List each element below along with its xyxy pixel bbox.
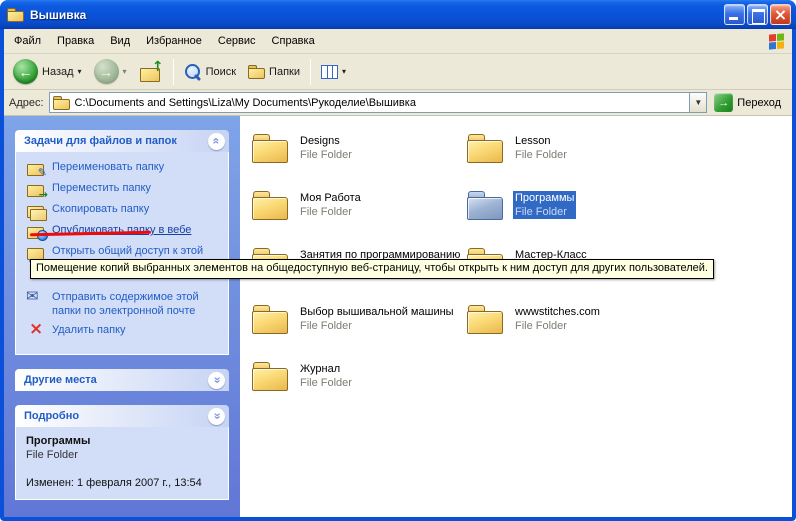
- details-item-modified: Изменен: 1 февраля 2007 г., 13:54: [26, 477, 222, 489]
- task-pane: Задачи для файлов и папок Переименовать …: [4, 116, 240, 517]
- details-header[interactable]: Подробно: [15, 405, 229, 427]
- menu-item[interactable]: Справка: [264, 32, 323, 50]
- address-path: C:\Documents and Settings\Liza\My Docume…: [75, 97, 416, 109]
- delete-icon: [26, 323, 46, 339]
- address-folder-icon: [53, 96, 70, 110]
- back-button[interactable]: ← Назад ▾: [8, 56, 87, 87]
- publish-icon: [26, 223, 46, 239]
- tasks-panel-title: Задачи для файлов и папок: [24, 135, 177, 147]
- file-item[interactable]: Designs File Folder: [252, 132, 467, 189]
- address-label: Адрес:: [9, 97, 44, 109]
- explorer-window: Вышивка ФайлПравкаВидИзбранноеСервисСпра…: [0, 0, 796, 521]
- mail-icon: [26, 290, 46, 306]
- folder-up-icon: [139, 62, 163, 82]
- close-button[interactable]: [770, 4, 791, 25]
- menu-item[interactable]: Сервис: [210, 32, 264, 50]
- folder-icon: [252, 360, 290, 392]
- forward-button[interactable]: → ▾: [89, 56, 132, 87]
- go-button[interactable]: → Переход: [712, 93, 787, 112]
- minimize-button[interactable]: [724, 4, 745, 25]
- tasks-panel-header[interactable]: Задачи для файлов и папок: [15, 130, 229, 152]
- back-dropdown-icon[interactable]: ▾: [78, 67, 82, 76]
- address-input[interactable]: C:\Documents and Settings\Liza\My Docume…: [49, 92, 708, 113]
- task-item[interactable]: Отправить содержимое этой папки по элект…: [26, 290, 222, 318]
- expand-chevron-icon: [208, 408, 225, 425]
- task-item[interactable]: Скопировать папку: [26, 202, 222, 218]
- other-places-title: Другие места: [24, 374, 97, 386]
- task-item[interactable]: Удалить папку: [26, 323, 222, 339]
- back-arrow-icon: ←: [13, 59, 38, 84]
- other-places-panel: Другие места: [15, 369, 229, 391]
- details-item-name: Программы: [26, 435, 222, 447]
- task-item[interactable]: Переместить папку: [26, 181, 222, 197]
- other-places-header[interactable]: Другие места: [15, 369, 229, 391]
- folders-label: Папки: [269, 66, 300, 78]
- folders-button[interactable]: Папки: [243, 62, 305, 82]
- menu-item[interactable]: Избранное: [138, 32, 210, 50]
- content-area: Задачи для файлов и папок Переименовать …: [4, 116, 792, 517]
- menu-item[interactable]: Файл: [6, 32, 49, 50]
- search-button[interactable]: Поиск: [179, 60, 241, 84]
- tooltip: Помещение копий выбранных элементов на о…: [30, 259, 714, 279]
- folder-icon: [467, 189, 505, 221]
- details-panel: Подробно Программы File Folder Изменен: …: [15, 405, 229, 500]
- folder-icon: [467, 303, 505, 335]
- toolbar: ← Назад ▾ → ▾ Поиск Папки: [4, 54, 792, 90]
- back-label: Назад: [42, 66, 74, 78]
- window-folder-icon: [7, 8, 24, 22]
- task-item[interactable]: Переименовать папку: [26, 160, 222, 176]
- toolbar-separator: [173, 59, 174, 85]
- search-label: Поиск: [206, 66, 236, 78]
- tasks-panel-body: Переименовать папку Переместить папку Ск…: [15, 152, 229, 355]
- rename-icon: [26, 160, 46, 176]
- windows-logo-icon: [769, 33, 784, 49]
- details-item-type: File Folder: [26, 449, 222, 461]
- file-item[interactable]: Моя Работа File Folder: [252, 189, 467, 246]
- folder-icon: [252, 189, 290, 221]
- collapse-chevron-icon: [208, 133, 225, 150]
- forward-dropdown-icon: ▾: [123, 67, 127, 76]
- details-title: Подробно: [24, 410, 79, 422]
- up-button[interactable]: [134, 59, 168, 85]
- move-icon: [26, 181, 46, 197]
- folder-icon: [252, 132, 290, 164]
- go-arrow-icon: →: [714, 93, 733, 112]
- file-item[interactable]: Программы File Folder: [467, 189, 682, 246]
- window-title: Вышивка: [30, 8, 86, 22]
- folder-icon: [467, 132, 505, 164]
- file-item[interactable]: Журнал File Folder: [252, 360, 467, 417]
- task-item[interactable]: Открыть общий доступ к этой: [26, 244, 222, 260]
- search-icon: [184, 63, 202, 81]
- file-item[interactable]: Выбор вышивальной машины File Folder: [252, 303, 467, 360]
- toolbar-separator: [310, 59, 311, 85]
- file-item[interactable]: Lesson File Folder: [467, 132, 682, 189]
- copy-icon: [26, 202, 46, 218]
- views-dropdown-icon[interactable]: ▾: [342, 67, 346, 76]
- details-body: Программы File Folder Изменен: 1 февраля…: [15, 427, 229, 500]
- views-icon: [321, 65, 338, 79]
- expand-chevron-icon: [208, 372, 225, 389]
- address-dropdown-button[interactable]: ▼: [689, 93, 706, 112]
- window-controls: [724, 4, 791, 25]
- address-bar: Адрес: C:\Documents and Settings\Liza\My…: [4, 90, 792, 116]
- go-label: Переход: [737, 97, 781, 109]
- menu-item[interactable]: Вид: [102, 32, 138, 50]
- menu-bar: ФайлПравкаВидИзбранноеСервисСправка: [4, 29, 792, 54]
- folder-icon: [252, 303, 290, 335]
- menu-item[interactable]: Правка: [49, 32, 102, 50]
- views-button[interactable]: ▾: [316, 62, 351, 82]
- share-icon: [26, 244, 46, 260]
- maximize-button[interactable]: [747, 4, 768, 25]
- tasks-panel: Задачи для файлов и папок Переименовать …: [15, 130, 229, 355]
- title-bar: Вышивка: [0, 0, 796, 29]
- folders-icon: [248, 65, 265, 79]
- file-list-area: Designs File Folder Lesson File Folder: [240, 116, 792, 517]
- file-item[interactable]: wwwstitches.com File Folder: [467, 303, 682, 360]
- forward-arrow-icon: →: [94, 59, 119, 84]
